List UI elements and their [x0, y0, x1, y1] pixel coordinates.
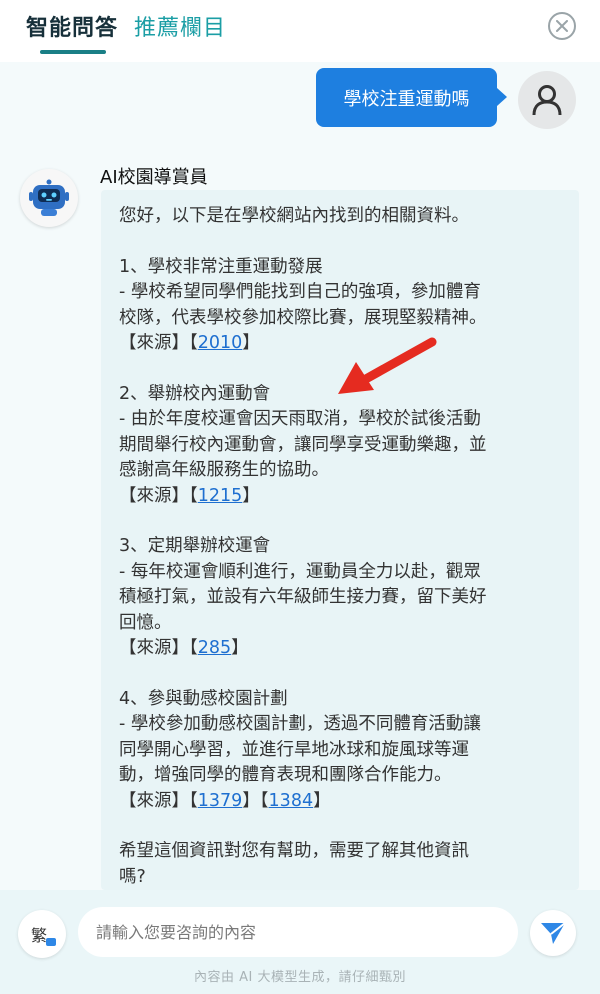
- input-bar: 繁 內容由 AI 大模型生成，請仔細甄別: [0, 890, 600, 994]
- source-link-1379[interactable]: 1379: [198, 791, 243, 811]
- tab-recommended[interactable]: 推薦欄目: [134, 10, 226, 42]
- item-2-line: - 由於年度校運會因天雨取消，學校於試後活動: [119, 409, 481, 429]
- source-label: 【來源】: [119, 485, 189, 506]
- item-3-line: 回憶。: [119, 612, 172, 633]
- item-2-line: 感謝高年級服務生的協助。: [119, 460, 329, 480]
- close-icon: [556, 20, 568, 32]
- item-4-line: 同學開心學習，並進行旱地冰球和旋風球等運: [119, 739, 469, 760]
- item-4-title: 4、參與動感校園計劃: [119, 688, 288, 709]
- item-1-title: 1、學校非常注重運動發展: [119, 256, 323, 277]
- source-link-1215[interactable]: 1215: [198, 486, 243, 506]
- item-3-source: 【來源】【285】: [119, 638, 249, 658]
- bot-name: AI校園導賞員: [100, 167, 208, 188]
- user-icon: [532, 85, 562, 116]
- send-button[interactable]: [530, 910, 576, 956]
- source-label: 【來源】: [119, 638, 189, 658]
- item-1-line: - 學校希望同學們能找到自己的強項，參加體育: [119, 282, 481, 302]
- user-avatar: [518, 71, 576, 129]
- source-label: 【來源】: [119, 333, 189, 353]
- item-1-line: 校隊，代表學校參加校際比賽，展現堅毅精神。: [119, 307, 487, 328]
- item-3-line: - 每年校運會順利進行，運動員全力以赴，觀眾: [119, 561, 481, 582]
- tab-smart-qa[interactable]: 智能問答: [26, 10, 118, 42]
- source-label: 【來源】: [119, 790, 189, 811]
- item-4-line: 動，增強同學的體育表現和團隊合作能力。: [119, 765, 452, 785]
- bot-intro: 您好，以下是在學校網站內找到的相關資料。: [119, 206, 469, 226]
- robot-icon: [29, 179, 69, 216]
- language-toggle-button[interactable]: 繁: [18, 910, 66, 958]
- source-link-1384[interactable]: 1384: [269, 791, 314, 811]
- annotation-arrow-icon: [338, 337, 437, 394]
- language-label: 繁: [31, 926, 48, 945]
- header-bar: 智能問答 推薦欄目: [0, 0, 600, 62]
- send-icon: [541, 922, 566, 944]
- item-4-source: 【來源】【1379】【1384】: [119, 790, 331, 811]
- bot-closing-line: 嗎?: [119, 866, 146, 887]
- bot-closing-line: 希望這個資訊對您有幫助，需要了解其他資訊: [119, 841, 469, 861]
- item-4-line: - 學校參加動感校園計劃，透過不同體育活動讓: [119, 714, 481, 734]
- item-3-line: 積極打氣，並設有六年級師生接力賽，留下美好: [119, 587, 487, 607]
- language-switch-icon: [46, 938, 56, 946]
- source-link-2010[interactable]: 2010: [198, 333, 243, 353]
- close-button[interactable]: [548, 12, 576, 40]
- active-tab-indicator: [40, 50, 106, 54]
- item-2-source: 【來源】【1215】: [119, 485, 260, 506]
- bot-message-bubble: 您好，以下是在學校網站內找到的相關資料。 1、學校非常注重運動發展 - 學校希望…: [101, 190, 579, 890]
- bot-avatar: [20, 169, 78, 227]
- item-2-line: 期間舉行校內運動會，讓同學享受運動樂趣，並: [119, 434, 487, 455]
- chat-input[interactable]: [78, 907, 518, 957]
- ai-disclaimer: 內容由 AI 大模型生成，請仔細甄別: [194, 970, 406, 985]
- item-3-title: 3、定期舉辦校運會: [119, 536, 271, 556]
- user-message-text: 學校注重運動嗎: [343, 88, 470, 110]
- user-message-bubble: 學校注重運動嗎: [316, 68, 507, 127]
- source-link-285[interactable]: 285: [198, 638, 231, 658]
